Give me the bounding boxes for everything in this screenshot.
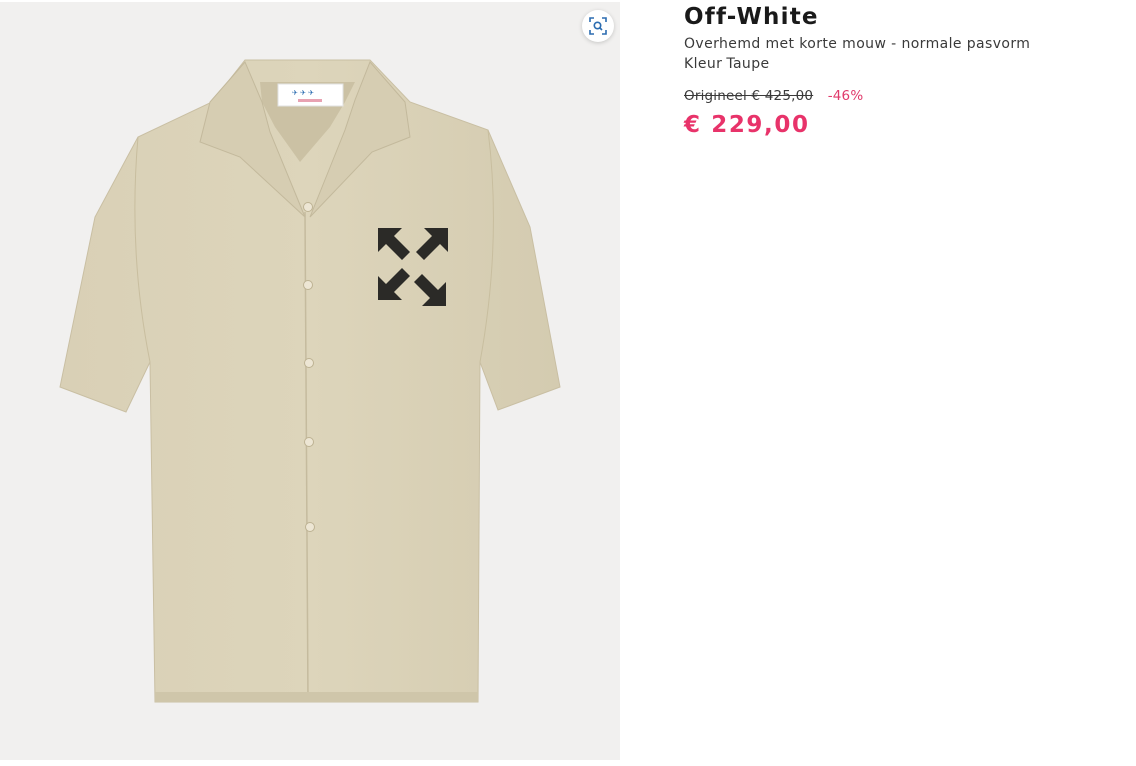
product-info: Off-White Overhemd met korte mouw - norm…	[684, 0, 1124, 140]
shirt-body	[59, 59, 561, 703]
visual-search-button[interactable]	[582, 10, 614, 42]
product-page: ✈ ✈ ✈ Off-White Overhemd met korte mouw …	[0, 0, 1136, 766]
shirt-image[interactable]: ✈ ✈ ✈	[0, 2, 620, 760]
color-value: Taupe	[726, 56, 770, 72]
brand-name[interactable]: Off-White	[684, 3, 1124, 31]
current-price: € 229,00	[684, 112, 810, 138]
product-gallery[interactable]: ✈ ✈ ✈	[0, 2, 620, 760]
visual-search-icon	[589, 17, 607, 35]
discount-badge: -46%	[827, 88, 864, 104]
product-title: Overhemd met korte mouw - normale pasvor…	[684, 36, 1031, 52]
svg-text:✈ ✈ ✈: ✈ ✈ ✈	[292, 89, 314, 97]
original-price: Origineel € 425,00	[684, 88, 814, 104]
product-color: Kleur Taupe	[684, 54, 1124, 74]
color-label: Kleur	[684, 56, 723, 72]
original-price-row: Origineel € 425,00 -46%	[684, 88, 1124, 104]
